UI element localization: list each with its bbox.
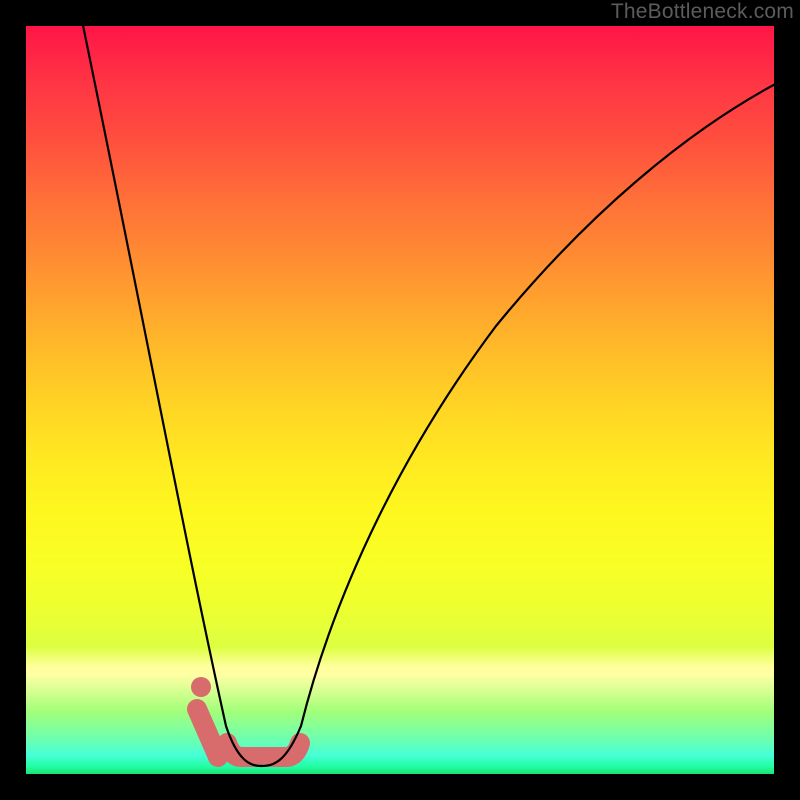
watermark-text: TheBottleneck.com: [611, 0, 794, 24]
curve-highlight-marker-icon: [191, 677, 211, 697]
curve-highlight-left-segment: [197, 709, 218, 757]
plot-area: [26, 26, 774, 774]
bottleneck-curve: [79, 26, 774, 766]
plot-overlay: [26, 26, 774, 774]
